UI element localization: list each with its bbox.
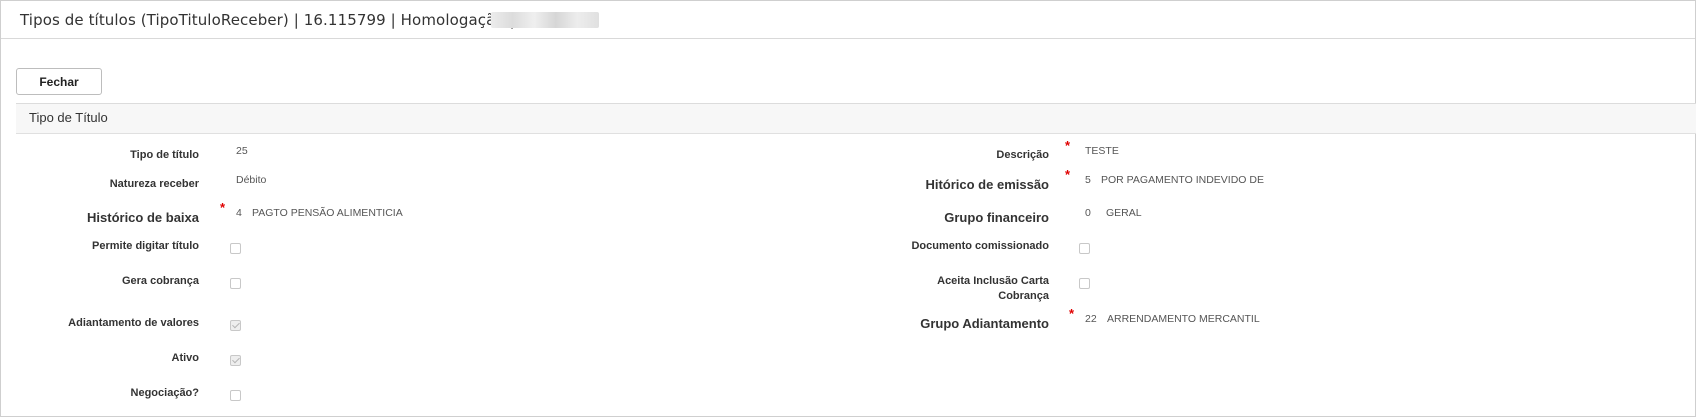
historico-baixa-code: 4 xyxy=(236,207,242,219)
documento-comissionado-checkbox[interactable] xyxy=(1079,243,1090,254)
descricao-label: Descrição xyxy=(996,149,1049,161)
window-title: Tipos de títulos (TipoTituloReceber) | 1… xyxy=(20,11,515,29)
title-bar: Tipos de títulos (TipoTituloReceber) | 1… xyxy=(1,1,1695,39)
adiantamento-valores-checkbox[interactable] xyxy=(230,320,241,331)
permite-digitar-checkbox[interactable] xyxy=(230,243,241,254)
grupo-adiantamento-required-mark: * xyxy=(1069,306,1075,321)
grupo-financeiro-label: Grupo financeiro xyxy=(944,210,1049,225)
natureza-receber-label: Natureza receber xyxy=(109,178,199,190)
permite-digitar-label: Permite digitar título xyxy=(92,240,199,252)
aceita-inclusao-label-line2: Cobrança xyxy=(998,290,1049,302)
panel-title: Tipo de Título xyxy=(29,110,108,125)
historico-baixa-description: PAGTO PENSÃO ALIMENTICIA xyxy=(252,207,403,219)
historico-baixa-label: Histórico de baixa xyxy=(87,210,199,225)
negociacao-label: Negociação? xyxy=(130,387,199,399)
ativo-checkbox[interactable] xyxy=(230,355,241,366)
grupo-financeiro-description: GERAL xyxy=(1106,207,1142,219)
grupo-financeiro-code: 0 xyxy=(1085,207,1091,219)
grupo-adiantamento-description: ARRENDAMENTO MERCANTIL xyxy=(1107,313,1260,325)
grupo-adiantamento-code: 22 xyxy=(1085,313,1097,325)
historico-emissao-code: 5 xyxy=(1085,174,1091,186)
grupo-adiantamento-label: Grupo Adiantamento xyxy=(920,316,1049,331)
natureza-receber-value: Débito xyxy=(236,174,267,186)
descricao-value: TESTE xyxy=(1085,145,1119,157)
historico-baixa-required-mark: * xyxy=(220,200,226,215)
aceita-inclusao-label-line1: Aceita Inclusão Carta xyxy=(937,275,1049,287)
historico-emissao-description: POR PAGAMENTO INDEVIDO DE xyxy=(1101,174,1264,186)
close-button[interactable]: Fechar xyxy=(16,68,102,95)
documento-comissionado-label: Documento comissionado xyxy=(911,240,1049,252)
descricao-required-mark: * xyxy=(1065,138,1071,153)
window: Tipos de títulos (TipoTituloReceber) | 1… xyxy=(0,0,1696,417)
aceita-inclusao-checkbox[interactable] xyxy=(1079,278,1090,289)
panel-header: Tipo de Título xyxy=(16,104,1696,134)
negociacao-checkbox[interactable] xyxy=(230,390,241,401)
gera-cobranca-checkbox[interactable] xyxy=(230,278,241,289)
adiantamento-valores-label: Adiantamento de valores xyxy=(68,317,199,329)
tipo-titulo-value: 25 xyxy=(236,145,248,157)
tipo-titulo-label: Tipo de título xyxy=(130,149,199,161)
historico-emissao-required-mark: * xyxy=(1065,167,1071,182)
gera-cobranca-label: Gera cobrança xyxy=(121,275,199,287)
ativo-label: Ativo xyxy=(171,352,200,364)
redacted-environment-name xyxy=(491,12,599,28)
aceita-inclusao-label: Aceita Inclusão Carta Cobrança xyxy=(801,274,1049,304)
historico-emissao-label: Hitórico de emissão xyxy=(925,177,1049,192)
